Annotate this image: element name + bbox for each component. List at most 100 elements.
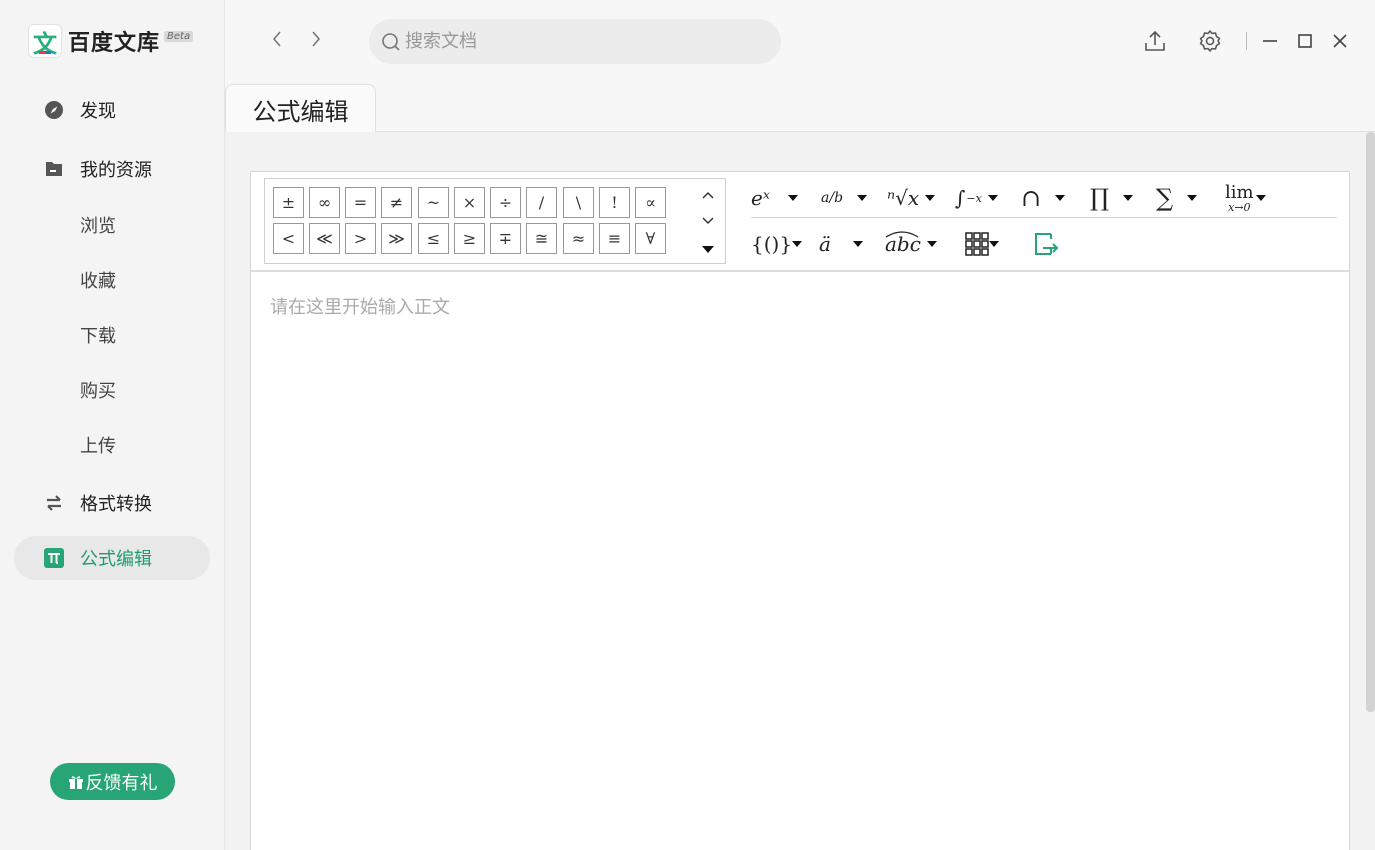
chevron-down-icon bbox=[702, 217, 714, 225]
accent-template-label: ä bbox=[819, 232, 831, 256]
caret-down-icon bbox=[925, 195, 936, 201]
compass-icon bbox=[44, 100, 64, 120]
app-window: 文 百度文库 Beta 发现 我的资源 浏览 收藏 下载 购买 上传 格式转换 bbox=[0, 0, 1375, 850]
search-input[interactable] bbox=[405, 31, 765, 52]
symbol-button[interactable]: / bbox=[526, 187, 557, 218]
formula-editor: ± ∞ = ≠ ~ × ÷ / \ ! ∝ < ≪ > ≫ ≤ ≥ ∓ ≅ ≈ … bbox=[250, 171, 1350, 850]
symbol-palette: ± ∞ = ≠ ~ × ÷ / \ ! ∝ < ≪ > ≫ ≤ ≥ ∓ ≅ ≈ … bbox=[264, 178, 726, 264]
integral-limits: −x bbox=[966, 191, 982, 205]
symbol-button[interactable]: ≈ bbox=[563, 223, 594, 254]
matrix-template-button[interactable] bbox=[965, 224, 999, 264]
feedback-button[interactable]: 反馈有礼 bbox=[50, 763, 175, 800]
chevron-left-icon bbox=[272, 31, 281, 47]
maximize-button[interactable] bbox=[1292, 28, 1318, 54]
symbol-button[interactable]: ∀ bbox=[635, 223, 666, 254]
swap-icon bbox=[44, 493, 64, 513]
limit-template-button[interactable]: lim x→0 bbox=[1225, 178, 1266, 218]
vertical-scrollbar[interactable] bbox=[1366, 132, 1375, 712]
exponent-template-button[interactable]: eˣ bbox=[751, 178, 798, 218]
symbol-button[interactable]: ≅ bbox=[526, 223, 557, 254]
forward-button[interactable] bbox=[305, 28, 327, 50]
symbol-button[interactable]: > bbox=[345, 223, 376, 254]
sidebar-item-favorites[interactable]: 收藏 bbox=[80, 267, 116, 293]
sidebar-item-purchases[interactable]: 购买 bbox=[80, 377, 116, 403]
integral-template-label: ∫ bbox=[955, 186, 966, 210]
sidebar-item-discover[interactable]: 发现 bbox=[14, 88, 210, 132]
search-bar[interactable] bbox=[369, 19, 781, 64]
symbol-button[interactable]: ≫ bbox=[381, 223, 412, 254]
symbol-button[interactable]: ∓ bbox=[490, 223, 521, 254]
exponent-template-label: eˣ bbox=[751, 186, 770, 210]
caret-down-icon bbox=[1055, 195, 1066, 201]
caret-down-icon bbox=[1187, 195, 1198, 201]
template-row: eˣ a/b ⁿ√x ∫ −x ∩ ∏ ∑ lim x→0 bbox=[751, 178, 1337, 218]
symbol-button[interactable]: × bbox=[454, 187, 485, 218]
sidebar-item-label: 格式转换 bbox=[80, 494, 152, 515]
fraction-template-button[interactable]: a/b bbox=[821, 178, 868, 218]
sidebar-item-browse[interactable]: 浏览 bbox=[80, 212, 116, 238]
caret-down-icon bbox=[926, 241, 937, 247]
beta-badge: Beta bbox=[164, 30, 194, 42]
summation-template-button[interactable]: ∑ bbox=[1156, 178, 1198, 218]
symbol-button[interactable]: ≤ bbox=[418, 223, 449, 254]
symbol-button[interactable]: ~ bbox=[418, 187, 449, 218]
tab-bar: 公式编辑 bbox=[225, 84, 1375, 133]
product-template-button[interactable]: ∏ bbox=[1090, 178, 1134, 218]
symbol-button[interactable]: ± bbox=[273, 187, 304, 218]
sidebar-item-downloads[interactable]: 下载 bbox=[80, 322, 116, 348]
sidebar-item-label: 发现 bbox=[80, 101, 116, 122]
fraction-template-label: a/b bbox=[821, 190, 844, 206]
symbol-button[interactable]: ∝ bbox=[635, 187, 666, 218]
pi-icon bbox=[44, 548, 64, 568]
palette-scroll-up-button[interactable] bbox=[698, 185, 718, 205]
symbol-button[interactable]: ≡ bbox=[599, 223, 630, 254]
caret-down-icon bbox=[857, 195, 868, 201]
symbol-button[interactable]: ≪ bbox=[309, 223, 340, 254]
intersection-template-label: ∩ bbox=[1021, 184, 1042, 212]
symbol-button[interactable]: ≥ bbox=[454, 223, 485, 254]
sidebar-item-my-resources[interactable]: 我的资源 bbox=[14, 147, 210, 191]
sidebar: 文 百度文库 Beta 发现 我的资源 浏览 收藏 下载 购买 上传 格式转换 bbox=[0, 0, 225, 850]
symbol-button[interactable]: \ bbox=[563, 187, 594, 218]
title-bar-divider bbox=[1246, 32, 1247, 50]
logo-icon: 文 bbox=[28, 24, 62, 58]
symbol-button[interactable]: < bbox=[273, 223, 304, 254]
minimize-button[interactable] bbox=[1257, 28, 1283, 54]
sidebar-item-label: 我的资源 bbox=[80, 160, 152, 181]
logo: 文 百度文库 Beta bbox=[28, 24, 194, 58]
sidebar-item-formula-editor[interactable]: 公式编辑 bbox=[14, 536, 210, 580]
logo-text: 百度文库 bbox=[68, 31, 161, 56]
tab-formula-editor[interactable]: 公式编辑 bbox=[225, 84, 376, 133]
chevron-up-icon bbox=[702, 191, 714, 199]
insert-formula-button[interactable] bbox=[1033, 224, 1059, 264]
caret-down-icon bbox=[1255, 195, 1266, 201]
brackets-template-button[interactable]: {()} bbox=[751, 224, 803, 264]
feedback-label: 反馈有礼 bbox=[85, 772, 158, 794]
matrix-icon bbox=[965, 232, 989, 256]
overarc-template-button[interactable]: abc bbox=[885, 224, 937, 264]
brackets-template-label: {()} bbox=[751, 232, 793, 256]
settings-button[interactable] bbox=[1197, 28, 1223, 54]
formula-input-area[interactable]: 请在这里开始输入正文 bbox=[251, 273, 1349, 850]
sidebar-item-uploads[interactable]: 上传 bbox=[80, 432, 116, 458]
accent-template-button[interactable]: ä bbox=[819, 224, 863, 264]
main-content: ± ∞ = ≠ ~ × ÷ / \ ! ∝ < ≪ > ≫ ≤ ≥ ∓ ≅ ≈ … bbox=[225, 132, 1375, 850]
integral-template-button[interactable]: ∫ −x bbox=[955, 178, 998, 218]
intersection-template-button[interactable]: ∩ bbox=[1021, 178, 1066, 218]
chevron-right-icon bbox=[312, 31, 321, 47]
caret-down-icon bbox=[1123, 195, 1134, 201]
palette-scroll-down-button[interactable] bbox=[698, 211, 718, 231]
palette-expand-button[interactable] bbox=[698, 239, 718, 259]
formula-toolbar: ± ∞ = ≠ ~ × ÷ / \ ! ∝ < ≪ > ≫ ≤ ≥ ∓ ≅ ≈ … bbox=[251, 172, 1349, 272]
symbol-button[interactable]: ≠ bbox=[381, 187, 412, 218]
symbol-button[interactable]: ! bbox=[599, 187, 630, 218]
sidebar-item-format-convert[interactable]: 格式转换 bbox=[14, 481, 210, 525]
back-button[interactable] bbox=[266, 28, 288, 50]
close-button[interactable] bbox=[1327, 28, 1353, 54]
upload-button[interactable] bbox=[1142, 28, 1168, 54]
sidebar-item-label: 公式编辑 bbox=[80, 549, 152, 570]
symbol-button[interactable]: ∞ bbox=[309, 187, 340, 218]
symbol-button[interactable]: ÷ bbox=[490, 187, 521, 218]
radical-template-button[interactable]: ⁿ√x bbox=[887, 178, 936, 218]
symbol-button[interactable]: = bbox=[345, 187, 376, 218]
